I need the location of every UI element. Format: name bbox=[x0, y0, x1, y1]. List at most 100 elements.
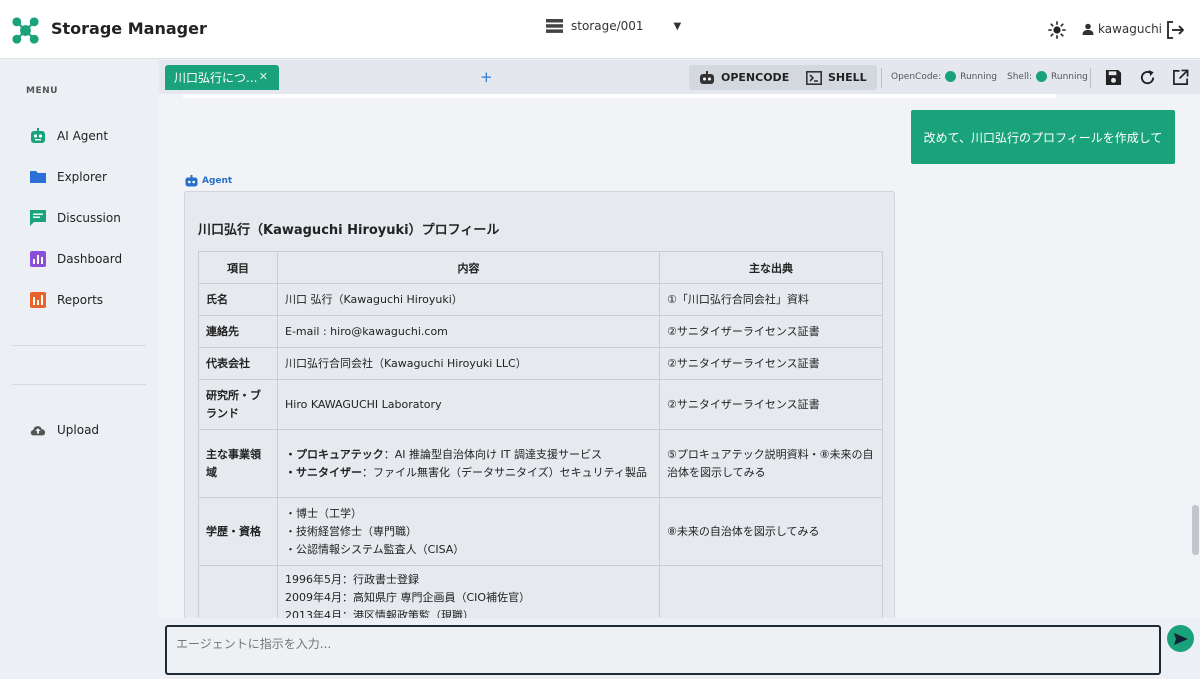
table-row: 研究所・ブランド Hiro KAWAGUCHI Laboratory ②サニタイ… bbox=[198, 379, 883, 430]
sidebar-item-upload[interactable]: Upload bbox=[0, 414, 159, 446]
sidebar-item-label: Dashboard bbox=[57, 252, 123, 266]
close-icon[interactable]: ✕ bbox=[259, 70, 268, 83]
username: kawaguchi bbox=[1098, 22, 1163, 36]
sun-icon[interactable] bbox=[1048, 21, 1066, 39]
business-name: ・サニタイザー bbox=[285, 465, 362, 479]
row-item: 学歴・資格 bbox=[198, 497, 278, 566]
chat-input[interactable] bbox=[167, 627, 1159, 673]
row-source: ⑧未来の自治体を図示してみる bbox=[659, 497, 883, 566]
row-content: ・プロキュアテック：AI 推論型自治体向け IT 調達支援サービス ・サニタイザ… bbox=[277, 429, 660, 498]
qualification-line: ・博士（工学） bbox=[285, 506, 362, 520]
folder-icon bbox=[30, 171, 46, 183]
row-content: 川口 弘行（Kawaguchi Hiroyuki） bbox=[277, 283, 660, 316]
row-content: E-mail : hiro@kawaguchi.com bbox=[277, 315, 660, 348]
opencode-status: Running bbox=[960, 71, 998, 82]
user-icon bbox=[1082, 23, 1094, 35]
robot-icon bbox=[185, 175, 198, 187]
row-item: 主な事業領域 bbox=[198, 429, 278, 498]
sidebar-item-label: Reports bbox=[57, 293, 104, 307]
sidebar-item-label: Explorer bbox=[57, 170, 107, 184]
row-source: ②サニタイザーライセンス証書 bbox=[659, 315, 883, 348]
opencode-button[interactable]: OPENCODE bbox=[689, 65, 800, 90]
logout-icon[interactable] bbox=[1165, 20, 1185, 40]
business-desc: ：ファイル無害化（データサニタイズ）セキュリティ製品 bbox=[362, 465, 648, 479]
refresh-icon[interactable] bbox=[1139, 69, 1156, 86]
row-content: ・博士（工学） ・技術経営修士（専門職） ・公認情報システム監査人（CISA） bbox=[277, 497, 660, 566]
previous-message-edge bbox=[183, 94, 1056, 98]
sidebar-item-label: AI Agent bbox=[57, 129, 109, 143]
menu-label: MENU bbox=[26, 86, 58, 96]
tab-bar: 川口弘行につ... ✕ + OPENCODE SHELL OpenCode: R… bbox=[159, 60, 1200, 94]
table-row: 主な事業領域 ・プロキュアテック：AI 推論型自治体向け IT 調達支援サービス… bbox=[198, 429, 883, 498]
agent-label: Agent bbox=[185, 175, 232, 187]
table-row: 1996年5月：行政書士登録 2009年4月：高知県庁 専門企画員（CIO補佐官… bbox=[198, 565, 883, 618]
career-line: 2013年4月：港区情報政策監（現職） bbox=[285, 609, 474, 618]
row-source bbox=[659, 565, 883, 618]
table-row: 学歴・資格 ・博士（工学） ・技術経営修士（専門職） ・公認情報システム監査人（… bbox=[198, 497, 883, 566]
opencode-status-dot bbox=[945, 71, 957, 82]
robot-icon bbox=[31, 128, 45, 143]
qualification-line: ・技術経営修士（専門職） bbox=[285, 524, 417, 538]
chat-input-box bbox=[165, 625, 1161, 675]
shell-status-dot bbox=[1036, 71, 1048, 82]
business-name: ・プロキュアテック bbox=[285, 447, 384, 461]
chat-icon bbox=[30, 210, 46, 226]
scrollbar-thumb[interactable] bbox=[1192, 505, 1199, 555]
table-row: 氏名 川口 弘行（Kawaguchi Hiroyuki） ①「川口弘行合同会社」… bbox=[198, 283, 883, 316]
row-source: ②サニタイザーライセンス証書 bbox=[659, 347, 883, 380]
storage-label: storage/001 bbox=[571, 19, 644, 33]
row-item: 研究所・ブランド bbox=[198, 379, 278, 430]
toolbar-divider bbox=[881, 68, 882, 88]
bar-chart-icon bbox=[30, 251, 46, 267]
add-tab-button[interactable]: + bbox=[480, 68, 493, 86]
app-header: Storage Manager storage/001 ▼ kawaguchi bbox=[0, 0, 1200, 59]
table-row: 連絡先 E-mail : hiro@kawaguchi.com ②サニタイザーラ… bbox=[198, 315, 883, 348]
profile-title: 川口弘行（Kawaguchi Hiroyuki）プロフィール bbox=[198, 223, 500, 238]
sidebar-item-label: Upload bbox=[57, 423, 100, 437]
save-icon[interactable] bbox=[1105, 69, 1122, 86]
shell-status: Running bbox=[1051, 71, 1088, 82]
status-area: OpenCode: Running Shell: Running bbox=[891, 71, 1088, 82]
send-icon bbox=[1173, 632, 1188, 645]
row-content: 1996年5月：行政書士登録 2009年4月：高知県庁 専門企画員（CIO補佐官… bbox=[277, 565, 660, 618]
row-item: 連絡先 bbox=[198, 315, 278, 348]
row-source: ⑤プロキュアテック説明資料・⑧未来の自治体を図示してみる bbox=[659, 429, 883, 498]
tab-active[interactable]: 川口弘行につ... ✕ bbox=[165, 65, 279, 90]
column-header: 項目 bbox=[198, 251, 278, 284]
sidebar-divider bbox=[12, 345, 146, 346]
sidebar-item-reports[interactable]: Reports bbox=[0, 284, 159, 316]
column-header: 内容 bbox=[277, 251, 660, 284]
shell-label: SHELL bbox=[828, 71, 867, 84]
shell-status-label: Shell: bbox=[1007, 71, 1033, 82]
app-title: Storage Manager bbox=[51, 19, 207, 38]
toolbar-divider bbox=[1090, 68, 1091, 88]
shell-button[interactable]: SHELL bbox=[796, 65, 877, 90]
row-source: ②サニタイザーライセンス証書 bbox=[659, 379, 883, 430]
career-line: 1996年5月：行政書士登録 bbox=[285, 573, 419, 586]
sidebar-divider bbox=[12, 384, 146, 385]
report-icon bbox=[30, 292, 46, 308]
business-desc: ：AI 推論型自治体向け IT 調達支援サービス bbox=[383, 447, 603, 461]
sidebar-item-discussion[interactable]: Discussion bbox=[0, 202, 159, 234]
row-content: Hiro KAWAGUCHI Laboratory bbox=[277, 379, 660, 430]
qualification-line: ・公認情報システム監査人（CISA） bbox=[285, 542, 465, 556]
chevron-down-icon: ▼ bbox=[673, 20, 682, 32]
row-item: 氏名 bbox=[198, 283, 278, 316]
row-source: ①「川口弘行合同会社」資料 bbox=[659, 283, 883, 316]
sidebar-item-label: Discussion bbox=[57, 211, 121, 225]
open-external-icon[interactable] bbox=[1172, 69, 1189, 86]
agent-label-text: Agent bbox=[202, 176, 233, 186]
send-button[interactable] bbox=[1167, 625, 1194, 652]
opencode-status-label: OpenCode: bbox=[891, 71, 942, 82]
sidebar-item-explorer[interactable]: Explorer bbox=[0, 161, 159, 193]
career-line: 2009年4月：高知県庁 専門企画員（CIO補佐官） bbox=[285, 591, 531, 604]
sidebar-item-dashboard[interactable]: Dashboard bbox=[0, 243, 159, 275]
agent-response-card: 川口弘行（Kawaguchi Hiroyuki）プロフィール 項目 内容 主な出… bbox=[184, 191, 895, 618]
row-item: 代表会社 bbox=[198, 347, 278, 380]
sidebar: MENU AI Agent Explorer Discussion Dashbo… bbox=[0, 60, 159, 679]
cloud-upload-icon bbox=[30, 426, 46, 436]
opencode-label: OPENCODE bbox=[721, 71, 790, 84]
sidebar-item-ai-agent[interactable]: AI Agent bbox=[0, 120, 159, 152]
user-menu[interactable]: kawaguchi bbox=[1082, 22, 1162, 36]
storage-selector[interactable]: storage/001 ▼ bbox=[546, 19, 681, 33]
